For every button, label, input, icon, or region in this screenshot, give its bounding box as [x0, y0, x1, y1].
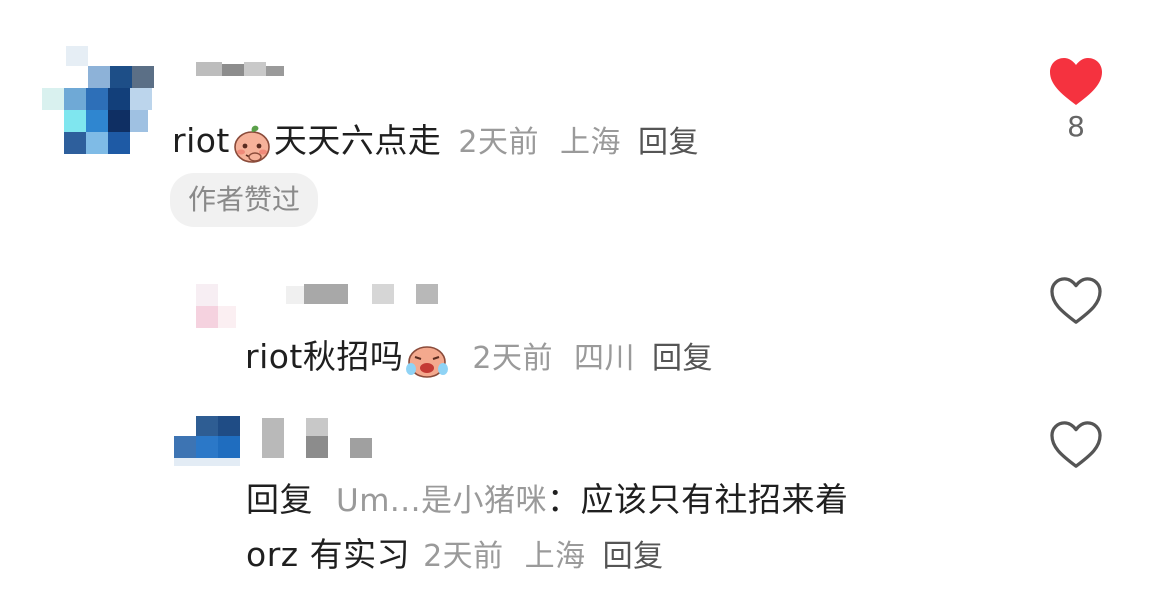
- comment-text-line2: orz 有实习: [246, 535, 411, 574]
- heart-outline-icon: [1050, 421, 1102, 468]
- comment-text[interactable]: riot秋招吗 2天前 四川 回复: [245, 330, 713, 381]
- avatar[interactable]: [174, 416, 242, 468]
- reply-button[interactable]: 回复: [638, 125, 699, 160]
- heart-filled-icon: [1050, 58, 1102, 105]
- reply-prefix: 回复: [246, 480, 313, 519]
- comment-text[interactable]: riot 天天六点走 2天前 上海 回复: [172, 114, 699, 165]
- like-count: 8: [1067, 110, 1085, 143]
- username-blurred[interactable]: [262, 418, 382, 462]
- heart-outline-icon: [1050, 277, 1102, 324]
- like-button[interactable]: [1046, 276, 1106, 326]
- comment-text-continued[interactable]: orz 有实习 2天前 上海 回复: [246, 528, 664, 576]
- comment-text-line1: ：应该只有社招来着: [546, 480, 849, 519]
- comment-text-prefix: riot秋招吗: [245, 337, 404, 376]
- comment-time: 2天前: [423, 539, 504, 574]
- username-blurred[interactable]: [178, 62, 288, 82]
- comment-text-suffix: 天天六点走: [273, 121, 442, 160]
- comment-text-prefix: riot: [172, 121, 230, 160]
- avatar[interactable]: [196, 284, 240, 330]
- crying-emoji: [406, 345, 449, 378]
- avatar[interactable]: [42, 46, 154, 156]
- like-button[interactable]: [1046, 420, 1106, 470]
- like-button[interactable]: 8: [1046, 56, 1106, 143]
- comment-text[interactable]: 回复 Um...是小猪咪：应该只有社招来着: [246, 473, 848, 521]
- comment-location: 上海: [559, 125, 621, 160]
- blush-peach-emoji: [234, 125, 270, 163]
- comment-time: 2天前: [472, 341, 553, 376]
- reply-button[interactable]: 回复: [652, 341, 713, 376]
- comment-location: 四川: [573, 341, 635, 376]
- comment-location: 上海: [524, 539, 586, 574]
- username-blurred[interactable]: [286, 284, 446, 306]
- comment-time: 2天前: [458, 125, 539, 160]
- reply-to-username[interactable]: Um...是小猪咪: [336, 483, 547, 519]
- reply-button[interactable]: 回复: [603, 539, 664, 574]
- author-liked-badge: 作者赞过: [170, 173, 319, 227]
